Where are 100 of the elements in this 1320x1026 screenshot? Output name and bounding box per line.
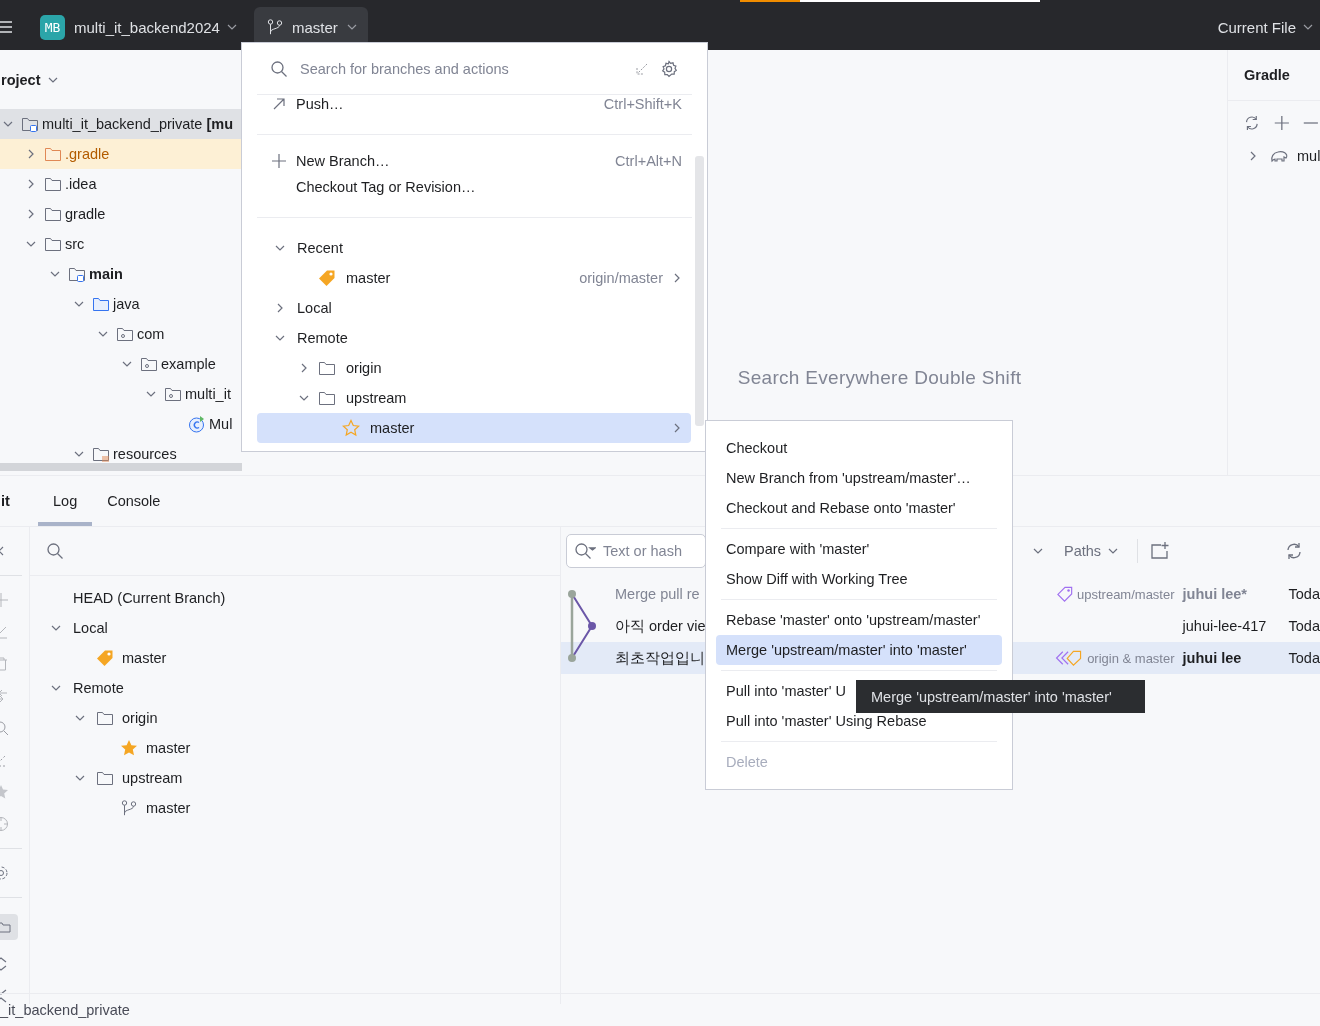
folder-icon (318, 359, 336, 377)
branch-item[interactable]: upstream (257, 383, 691, 413)
folder-icon (92, 295, 110, 313)
commit-message[interactable]: 최초작업입니 (561, 642, 706, 674)
branch-item[interactable]: Local (257, 293, 691, 323)
branch-tree-item[interactable]: master (30, 733, 560, 763)
tree-item[interactable]: gradle (0, 199, 242, 229)
package-folder-icon (140, 355, 158, 373)
menu-item[interactable]: Compare with 'master' (716, 534, 1002, 564)
tree-item[interactable]: Mul (0, 409, 242, 439)
menu-item[interactable]: Checkout (716, 433, 1002, 463)
branch-item[interactable]: Remote (257, 323, 691, 353)
branch-tree-item[interactable]: HEAD (Current Branch) (30, 583, 560, 613)
branch-tree-item[interactable]: upstream (30, 763, 560, 793)
commit-message[interactable]: Merge pull re (561, 578, 706, 610)
module-folder-icon (68, 265, 86, 283)
tree-item[interactable]: com (0, 319, 242, 349)
menu-item[interactable]: New Branch from 'upstream/master'… (716, 463, 1002, 493)
folder-icon (44, 205, 62, 223)
commit-date: Toda (1288, 618, 1320, 634)
branch-item[interactable]: master origin/master (257, 263, 691, 293)
refresh-icon[interactable] (1243, 113, 1261, 133)
module-folder-icon (21, 115, 39, 133)
tooltip: Merge 'upstream/master' into 'master' (856, 680, 1145, 713)
project-badge: MB (40, 14, 65, 40)
resources-folder-icon (92, 445, 110, 463)
ref-label: origin & master (1087, 650, 1175, 666)
refresh-icon[interactable] (1284, 541, 1304, 561)
panel-title[interactable]: roject (1, 71, 41, 88)
search-field[interactable]: Text or hash (566, 534, 706, 568)
folder-icon (44, 235, 62, 253)
search-field[interactable]: Search for branches and actions (298, 59, 624, 78)
commit-author: juhui lee (1182, 650, 1243, 666)
plus-icon (271, 153, 287, 169)
tree-item[interactable]: resources (0, 439, 242, 463)
editor-hint: Search Everywhere Double Shift (737, 367, 1022, 389)
tree-item[interactable]: java (0, 289, 242, 319)
menu-item[interactable]: Rebase 'master' onto 'upstream/master' (716, 605, 1002, 635)
package-folder-icon (116, 325, 134, 343)
scrollbar[interactable] (695, 156, 704, 426)
commit-graph-drawing (567, 590, 597, 662)
folder-icon (44, 175, 62, 193)
tool-window-title: it (1, 492, 11, 511)
tab[interactable]: Console (92, 476, 176, 526)
branch-icon (120, 799, 138, 817)
menu-item[interactable]: Push… Ctrl+Shift+K (257, 89, 692, 119)
folder-icon (44, 145, 62, 163)
run-configuration-selector[interactable]: Current File (1209, 9, 1320, 45)
commit-author: juhui lee* (1182, 586, 1248, 602)
search-icon (270, 59, 288, 78)
branch-item[interactable]: origin (257, 353, 691, 383)
new-tab-icon[interactable] (1150, 541, 1171, 561)
class-icon (188, 415, 206, 433)
folder-icon (96, 709, 114, 727)
commit-message[interactable]: 아직 order vie (561, 610, 706, 642)
folder-icon (0, 919, 12, 935)
folder-icon (96, 769, 114, 787)
star-icon (342, 419, 360, 437)
menu-item[interactable]: Merge 'upstream/master' into 'master' (716, 635, 1002, 665)
menu-item[interactable]: Show Diff with Working Tree (716, 564, 1002, 594)
tab[interactable]: Log (38, 476, 93, 526)
branch-tree-item[interactable]: Local (30, 613, 560, 643)
arrow-icon (271, 96, 287, 112)
tags-icon (1055, 650, 1084, 666)
status-path[interactable]: _it_backend_private (0, 1002, 130, 1018)
tree-item[interactable]: multi_it_backend_private [mu (0, 109, 242, 139)
tag-icon (96, 649, 114, 667)
commit-author: juhui-lee-417 (1182, 618, 1268, 634)
menu-icon[interactable] (0, 19, 14, 35)
branch-tree-item[interactable]: master (30, 793, 560, 823)
tree-item[interactable]: src (0, 229, 242, 259)
branch-tree-item[interactable]: Remote (30, 673, 560, 703)
scrollbar[interactable] (0, 463, 242, 471)
tag-icon (1057, 586, 1073, 602)
branch-item[interactable]: master (257, 413, 691, 443)
tree-item[interactable]: .gradle (0, 139, 242, 169)
settings-icon[interactable] (660, 59, 678, 78)
commit-date: Toda (1288, 586, 1320, 602)
tag-icon (318, 269, 336, 287)
branch-item[interactable]: Recent (257, 233, 691, 263)
tree-item[interactable]: multi_it (0, 379, 242, 409)
star-icon (120, 739, 138, 757)
commit-details[interactable]: upstream/master juhui lee* Toda (1003, 578, 1320, 610)
ref-label: upstream/master (1077, 586, 1175, 602)
search-icon[interactable] (574, 542, 596, 560)
panel-title: Gradle (1244, 67, 1290, 83)
commit-date: Toda (1288, 650, 1320, 666)
tree-item[interactable]: mul (1228, 133, 1320, 165)
package-folder-icon (164, 385, 182, 403)
branch-tree-item[interactable]: master (30, 643, 560, 673)
tree-item[interactable]: .idea (0, 169, 242, 199)
plus-icon[interactable] (1272, 113, 1291, 133)
search-icon[interactable] (46, 542, 64, 560)
menu-item[interactable]: Checkout and Rebase onto 'master' (716, 493, 1002, 523)
filter-dropdown[interactable]: Paths (1058, 542, 1126, 560)
tree-item[interactable]: example (0, 349, 242, 379)
branch-tree-item[interactable]: origin (30, 703, 560, 733)
branch-icon (265, 18, 284, 36)
tree-item[interactable]: main (0, 259, 242, 289)
folder-icon (318, 389, 336, 407)
